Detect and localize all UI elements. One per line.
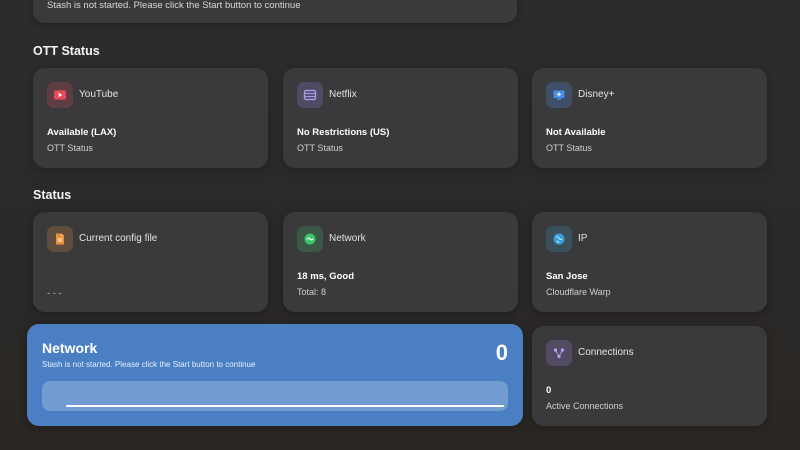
ott-tile-netflix[interactable]: Netflix No Restrictions (US) OTT Status [283,68,518,168]
tile-subtitle: Total: 8 [297,287,327,297]
tile-title: IP [578,233,588,244]
disney-plus-icon [546,82,572,108]
tile-value: San Jose [546,271,588,282]
network-traffic-bar [42,381,508,411]
tile-title: Network [329,233,366,244]
status-heading: Status [33,188,72,202]
network-card-count: 0 [495,340,508,365]
globe-icon [546,226,572,252]
netflix-icon [297,82,323,108]
top-notice-card: Stash is not started. Please click the S… [33,0,517,23]
ott-status-heading: OTT Status [33,44,100,58]
top-notice-text: Stash is not started. Please click the S… [47,0,301,11]
tile-subtitle: OTT Status [297,143,343,153]
tile-value: 0 [546,385,552,396]
network-card[interactable]: Network Stash is not started. Please cli… [27,324,523,426]
tile-subtitle: Cloudflare Warp [546,287,611,297]
tile-value: 18 ms, Good [297,271,355,282]
ott-tile-disney-plus[interactable]: Disney+ Not Available OTT Status [532,68,767,168]
connections-icon [546,340,572,366]
network-card-message: Stash is not started. Please click the S… [42,360,256,369]
tile-title: YouTube [79,89,119,100]
status-tile-connections[interactable]: Connections 0 Active Connections [532,326,767,426]
tile-title: Connections [578,347,634,358]
tile-value: Not Available [546,127,606,138]
network-traffic-line [66,405,504,407]
tile-title: Disney+ [578,89,615,100]
tile-value: Available (LAX) [47,127,117,138]
youtube-icon [47,82,73,108]
status-tile-ip[interactable]: IP San Jose Cloudflare Warp [532,212,767,312]
status-tile-network[interactable]: Network 18 ms, Good Total: 8 [283,212,518,312]
tile-subtitle: OTT Status [546,143,592,153]
tile-title: Netflix [329,89,357,100]
network-card-title: Network [42,340,98,356]
tile-value: No Restrictions (US) [297,127,390,138]
file-icon [47,226,73,252]
tile-title: Current config file [79,233,158,244]
tile-value: - - - [47,288,62,299]
network-icon [297,226,323,252]
ott-tile-youtube[interactable]: YouTube Available (LAX) OTT Status [33,68,268,168]
status-tile-config-file[interactable]: Current config file - - - [33,212,268,312]
tile-subtitle: OTT Status [47,143,93,153]
tile-subtitle: Active Connections [546,401,624,411]
